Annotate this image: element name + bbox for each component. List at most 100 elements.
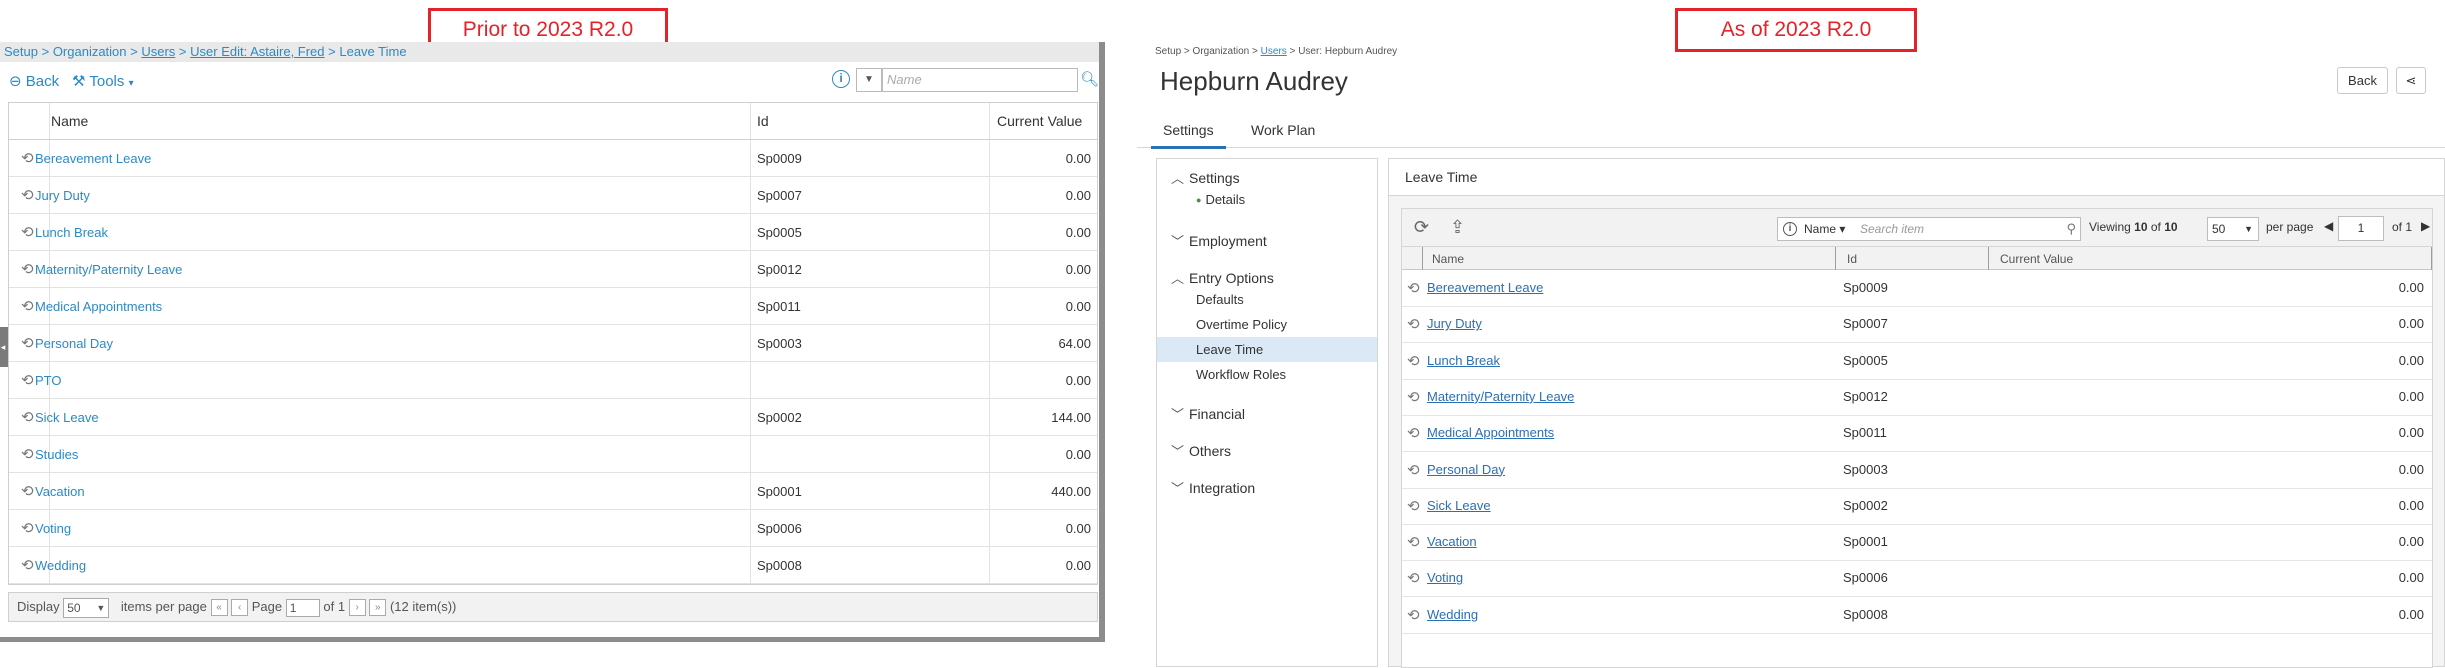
search-field-select[interactable]: Name ▾ bbox=[1804, 218, 1845, 240]
leave-name-link[interactable]: Personal Day bbox=[1427, 462, 1505, 477]
prev-page-button[interactable]: ‹ bbox=[231, 599, 249, 617]
table-row[interactable]: ⟲ Vacation Sp0001 440.00 bbox=[9, 473, 1097, 510]
table-row[interactable]: ⟲ Personal Day Sp0003 0.00 bbox=[1402, 453, 2432, 489]
history-icon[interactable]: ⟲ bbox=[1407, 388, 1420, 406]
page-size-select[interactable]: 50 ▼ bbox=[2207, 217, 2259, 241]
history-icon[interactable]: ⟲ bbox=[21, 371, 34, 389]
breadcrumb-setup[interactable]: Setup bbox=[1155, 46, 1181, 57]
leave-name-link[interactable]: Jury Duty bbox=[35, 188, 90, 203]
leave-name-link[interactable]: Medical Appointments bbox=[1427, 425, 1554, 440]
first-page-button[interactable]: « bbox=[210, 599, 228, 617]
search-input[interactable]: Search item bbox=[1860, 218, 1924, 240]
back-button[interactable]: ⊖ Back bbox=[9, 72, 59, 90]
nav-item-defaults[interactable]: Defaults bbox=[1157, 287, 1377, 312]
breadcrumb-users[interactable]: Users bbox=[141, 44, 175, 59]
back-button[interactable]: Back bbox=[2337, 67, 2388, 94]
leave-name-link[interactable]: Sick Leave bbox=[35, 410, 99, 425]
export-icon[interactable]: ⇪ bbox=[1450, 217, 1465, 238]
nav-item-leave-time[interactable]: Leave Time bbox=[1157, 337, 1377, 362]
table-row[interactable]: ⟲ Vacation Sp0001 0.00 bbox=[1402, 525, 2432, 562]
info-icon[interactable]: i bbox=[1783, 222, 1797, 236]
table-row[interactable]: ⟲ Lunch Break Sp0005 0.00 bbox=[9, 214, 1097, 251]
leave-name-link[interactable]: Sick Leave bbox=[1427, 498, 1491, 513]
table-row[interactable]: ⟲ Wedding Sp0008 0.00 bbox=[1402, 598, 2432, 634]
table-row[interactable]: ⟲ Studies 0.00 bbox=[9, 436, 1097, 473]
column-id[interactable]: Id bbox=[757, 113, 769, 129]
table-row[interactable]: ⟲ Jury Duty Sp0007 0.00 bbox=[9, 177, 1097, 214]
leave-name-link[interactable]: Bereavement Leave bbox=[35, 151, 151, 166]
last-page-button[interactable]: » bbox=[369, 599, 387, 617]
history-icon[interactable]: ⟲ bbox=[1407, 352, 1420, 370]
collapse-handle[interactable]: ◂ bbox=[0, 327, 8, 367]
next-page-button[interactable]: › bbox=[348, 599, 366, 617]
leave-name-link[interactable]: Jury Duty bbox=[1427, 316, 1482, 331]
table-row[interactable]: ⟲ Wedding Sp0008 0.00 bbox=[9, 547, 1097, 584]
history-icon[interactable]: ⟲ bbox=[21, 186, 34, 204]
history-icon[interactable]: ⟲ bbox=[21, 482, 34, 500]
page-size-select[interactable]: 50 ▼ bbox=[63, 597, 110, 618]
tools-menu-button[interactable]: ⚒ Tools ▾ bbox=[72, 72, 134, 90]
share-button[interactable]: ⋖ bbox=[2396, 67, 2426, 94]
breadcrumb-users[interactable]: Users bbox=[1261, 46, 1287, 57]
filter-input[interactable]: Name bbox=[882, 68, 1078, 92]
table-row[interactable]: ⟲ Medical Appointments Sp0011 0.00 bbox=[1402, 416, 2432, 453]
history-icon[interactable]: ⟲ bbox=[21, 556, 34, 574]
breadcrumb-organization[interactable]: Organization bbox=[53, 44, 127, 59]
nav-section-employment[interactable]: ﹀ Employment bbox=[1171, 231, 1267, 250]
breadcrumb-organization[interactable]: Organization bbox=[1193, 46, 1250, 57]
history-icon[interactable]: ⟲ bbox=[21, 149, 34, 167]
table-row[interactable]: ⟲ Maternity/Paternity Leave Sp0012 0.00 bbox=[1402, 380, 2432, 416]
table-row[interactable]: ⟲ Bereavement Leave Sp0009 0.00 bbox=[9, 140, 1097, 177]
filter-dropdown[interactable]: ▼ bbox=[856, 68, 882, 92]
history-icon[interactable]: ⟲ bbox=[21, 519, 34, 537]
leave-name-link[interactable]: Vacation bbox=[35, 484, 85, 499]
leave-name-link[interactable]: Wedding bbox=[1427, 607, 1478, 622]
table-row[interactable]: ⟲ Personal Day Sp0003 64.00 bbox=[9, 325, 1097, 362]
breadcrumb-setup[interactable]: Setup bbox=[4, 44, 38, 59]
history-icon[interactable]: ⟲ bbox=[1407, 461, 1420, 479]
history-icon[interactable]: ⟲ bbox=[21, 408, 34, 426]
history-icon[interactable]: ⟲ bbox=[1407, 497, 1420, 515]
leave-name-link[interactable]: Studies bbox=[35, 447, 78, 462]
history-icon[interactable]: ⟲ bbox=[1407, 606, 1420, 624]
prev-page-icon[interactable]: ◀ bbox=[2324, 219, 2333, 233]
history-icon[interactable]: ⟲ bbox=[21, 223, 34, 241]
tab-settings[interactable]: Settings bbox=[1151, 122, 1226, 149]
history-icon[interactable]: ⟲ bbox=[21, 297, 34, 315]
leave-name-link[interactable]: Bereavement Leave bbox=[1427, 280, 1543, 295]
history-icon[interactable]: ⟲ bbox=[21, 445, 34, 463]
breadcrumb-user-edit[interactable]: User Edit: Astaire, Fred bbox=[190, 44, 324, 59]
leave-name-link[interactable]: Maternity/Paternity Leave bbox=[1427, 389, 1574, 404]
column-current-value[interactable]: Current Value bbox=[2000, 252, 2073, 266]
refresh-icon[interactable]: ⟳ bbox=[1414, 217, 1429, 238]
tab-work-plan[interactable]: Work Plan bbox=[1251, 122, 1315, 138]
table-row[interactable]: ⟲ Sick Leave Sp0002 0.00 bbox=[1402, 489, 2432, 525]
leave-name-link[interactable]: Personal Day bbox=[35, 336, 113, 351]
table-row[interactable]: ⟲ Maternity/Paternity Leave Sp0012 0.00 bbox=[9, 251, 1097, 288]
column-name[interactable]: Name bbox=[51, 113, 88, 129]
leave-name-link[interactable]: Medical Appointments bbox=[35, 299, 162, 314]
table-row[interactable]: ⟲ Bereavement Leave Sp0009 0.00 bbox=[1402, 271, 2432, 307]
table-row[interactable]: ⟲ Lunch Break Sp0005 0.00 bbox=[1402, 344, 2432, 380]
column-id[interactable]: Id bbox=[1847, 252, 1857, 266]
info-icon[interactable]: i bbox=[832, 70, 850, 88]
column-name[interactable]: Name bbox=[1432, 252, 1464, 266]
next-page-icon[interactable]: ▶ bbox=[2421, 219, 2430, 233]
history-icon[interactable]: ⟲ bbox=[1407, 315, 1420, 333]
nav-section-others[interactable]: ﹀ Others bbox=[1171, 441, 1231, 460]
column-current-value[interactable]: Current Value bbox=[997, 113, 1082, 129]
leave-name-link[interactable]: Vacation bbox=[1427, 534, 1477, 549]
leave-name-link[interactable]: Voting bbox=[35, 521, 71, 536]
nav-section-integration[interactable]: ﹀ Integration bbox=[1171, 478, 1255, 497]
search-icon[interactable]: 🔍︎ bbox=[1080, 70, 1099, 88]
page-input[interactable]: 1 bbox=[2338, 216, 2384, 241]
leave-name-link[interactable]: Maternity/Paternity Leave bbox=[35, 262, 182, 277]
leave-name-link[interactable]: PTO bbox=[35, 373, 62, 388]
history-icon[interactable]: ⟲ bbox=[1407, 569, 1420, 587]
nav-item-details[interactable]: ● Details bbox=[1157, 187, 1377, 212]
history-icon[interactable]: ⟲ bbox=[21, 260, 34, 278]
leave-name-link[interactable]: Voting bbox=[1427, 570, 1463, 585]
leave-name-link[interactable]: Lunch Break bbox=[35, 225, 108, 240]
history-icon[interactable]: ⟲ bbox=[1407, 279, 1420, 297]
search-icon[interactable]: ⚲ bbox=[2066, 218, 2076, 240]
